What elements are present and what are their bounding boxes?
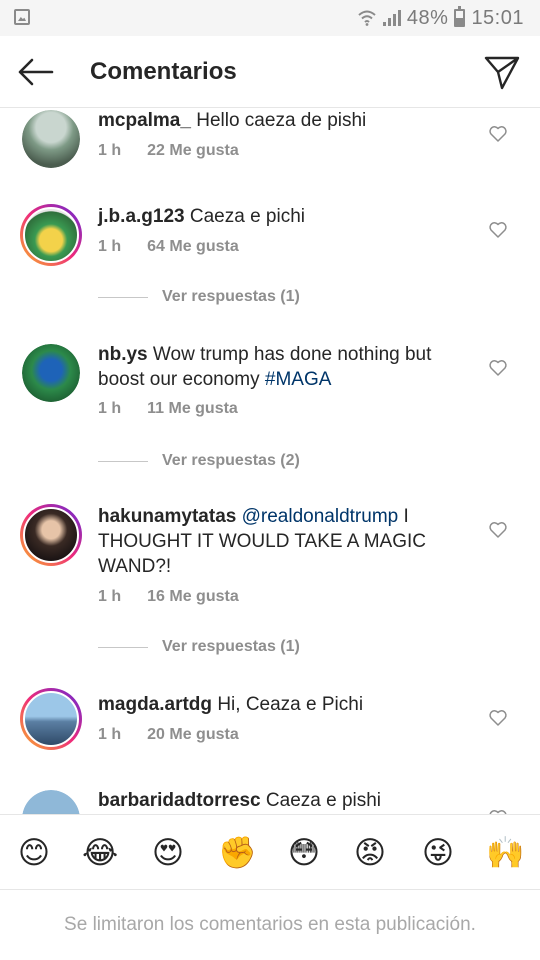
comment-message: Caeza e pishi [265,790,382,811]
comment-likes[interactable]: 22 Me gusta [147,142,239,159]
view-replies[interactable]: Ver respuestas (2) [98,452,300,470]
comment-username[interactable]: nb.ys [98,344,148,365]
flushed-face-emoji[interactable]: 😳 [286,835,322,871]
comment-likes[interactable]: 11 Me gusta [147,400,238,417]
comment-time: 1 h [98,142,122,159]
comment-mention[interactable]: @realdonaldtrump [242,506,399,527]
battery-percentage: 48% [406,6,449,29]
footer-notice-text: Se limitaron los comentarios en esta pub… [64,914,476,935]
image-icon [14,9,30,25]
comment-text: j.b.a.g123 Caeza e pichi [98,204,476,229]
replies-divider [98,646,148,648]
smiling-face-emoji[interactable]: 😊 [16,835,52,871]
comment-username[interactable]: j.b.a.g123 [98,206,185,227]
comment-likes[interactable]: 64 Me gusta [147,238,239,255]
comment-meta: 1 h 20 Me gusta [98,726,239,744]
comment-message: Hi, Ceaza e Pichi [217,694,364,715]
comment-time: 1 h [98,588,122,605]
comment-message: Hello caeza de pishi [196,110,367,131]
wifi-icon [358,10,376,26]
comment-time: 1 h [98,238,122,255]
view-replies-link[interactable]: Ver respuestas (1) [162,638,300,656]
heart-icon[interactable] [488,520,508,540]
status-icons: 48% 15:01 [357,6,524,30]
comments-list[interactable]: mcpalma_ Hello caeza de pishi 1 h 22 Me g… [0,108,540,814]
comment-username[interactable]: hakunamytatas [98,506,236,527]
view-replies[interactable]: Ver respuestas (1) [98,638,300,656]
signal-icon [382,10,401,26]
battery-icon [454,6,466,27]
comment-text: nb.ys Wow trump has done nothing but boo… [98,342,476,392]
comment-meta: 1 h 22 Me gusta [98,142,239,160]
replies-divider [98,296,148,298]
winking-tongue-emoji[interactable]: 😜 [420,835,456,871]
comment-text: mcpalma_ Hello caeza de pishi [98,108,476,133]
direct-send-icon[interactable] [482,52,522,92]
status-bar: 48% 15:01 [0,0,540,36]
heart-eyes-emoji[interactable]: 😍 [150,835,186,871]
comment-likes[interactable]: 16 Me gusta [147,588,239,605]
comment-text: barbaridadtorresc Caeza e pishi [98,788,476,813]
avatar[interactable] [20,204,82,266]
clock: 15:01 [471,6,524,29]
comment-text: magda.artdg Hi, Ceaza e Pichi [98,692,476,717]
angry-face-emoji[interactable]: 😡 [352,835,388,871]
avatar[interactable] [22,790,80,814]
tears-of-joy-emoji[interactable]: 😂 [82,835,118,871]
comment-time: 1 h [98,400,122,417]
avatar[interactable] [20,688,82,750]
app-header: Comentarios [0,36,540,108]
comment-hashtag[interactable]: #MAGA [265,369,332,390]
view-replies-link[interactable]: Ver respuestas (2) [162,452,300,470]
avatar[interactable] [22,110,80,168]
raising-hands-emoji[interactable]: 🙌 [486,835,525,871]
comment-likes[interactable]: 20 Me gusta [147,726,239,743]
heart-icon[interactable] [488,708,508,728]
comment-meta: 1 h 11 Me gusta [98,400,238,418]
comment-time: 1 h [98,726,122,743]
view-replies-link[interactable]: Ver respuestas (1) [162,288,300,306]
avatar[interactable] [20,504,82,566]
page-title: Comentarios [90,58,237,85]
comment-message: Caeza e pichi [189,206,306,227]
view-replies[interactable]: Ver respuestas (1) [98,288,300,306]
comment-username[interactable]: barbaridadtorresc [98,790,261,811]
comment-meta: 1 h 16 Me gusta [98,588,239,606]
comments-limited-notice: Se limitaron los comentarios en esta pub… [0,890,540,960]
heart-icon[interactable] [488,124,508,144]
comment-username[interactable]: mcpalma_ [98,110,191,131]
comment-text: hakunamytatas @realdonaldtrump I THOUGHT… [98,504,476,579]
replies-divider [98,460,148,462]
heart-icon[interactable] [488,358,508,378]
comment-meta: 1 h 64 Me gusta [98,238,239,256]
emoji-bar: 😊 😂 😍 ✊ 😳 😡 😜 🙌 [0,814,540,890]
raised-fist-emoji[interactable]: ✊ [218,835,257,871]
comment-username[interactable]: magda.artdg [98,694,212,715]
back-arrow-icon[interactable] [16,54,56,90]
heart-icon[interactable] [488,220,508,240]
avatar[interactable] [22,344,80,402]
